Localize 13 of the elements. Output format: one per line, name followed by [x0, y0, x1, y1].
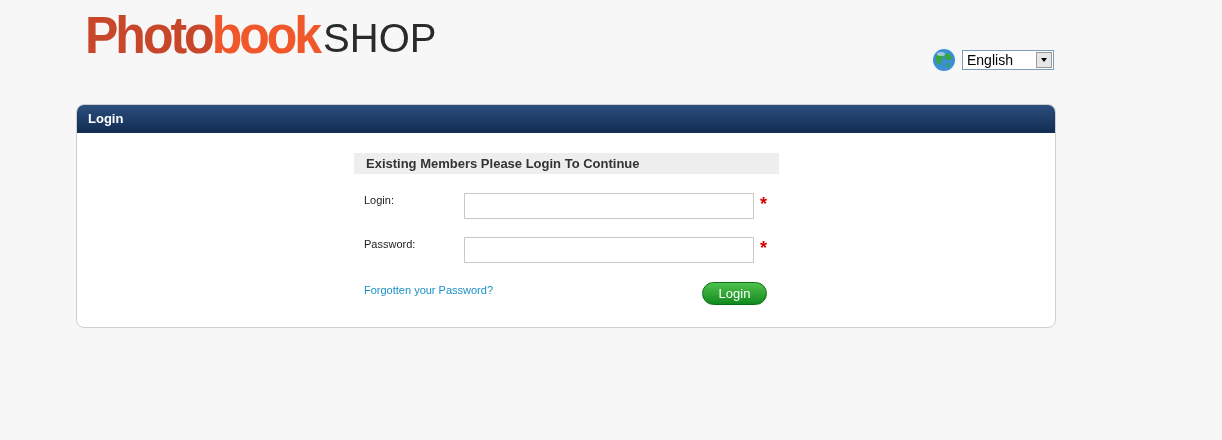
globe-icon	[932, 48, 956, 72]
forgot-password-link[interactable]: Forgotten your Password?	[364, 282, 493, 299]
input-field[interactable]	[464, 237, 754, 263]
caret-icon	[1036, 52, 1052, 68]
required-mark: *	[760, 239, 767, 257]
required-mark: *	[760, 195, 767, 213]
form-heading: Existing Members Please Login To Continue	[366, 154, 640, 173]
panel-title: Login	[88, 110, 124, 129]
input-field[interactable]	[464, 193, 754, 219]
field-label: Password:	[364, 237, 417, 252]
field-label: Login:	[364, 193, 395, 208]
logo[interactable]: PhotobookSHOP	[85, 10, 437, 60]
language-select[interactable]: English	[962, 50, 1054, 70]
